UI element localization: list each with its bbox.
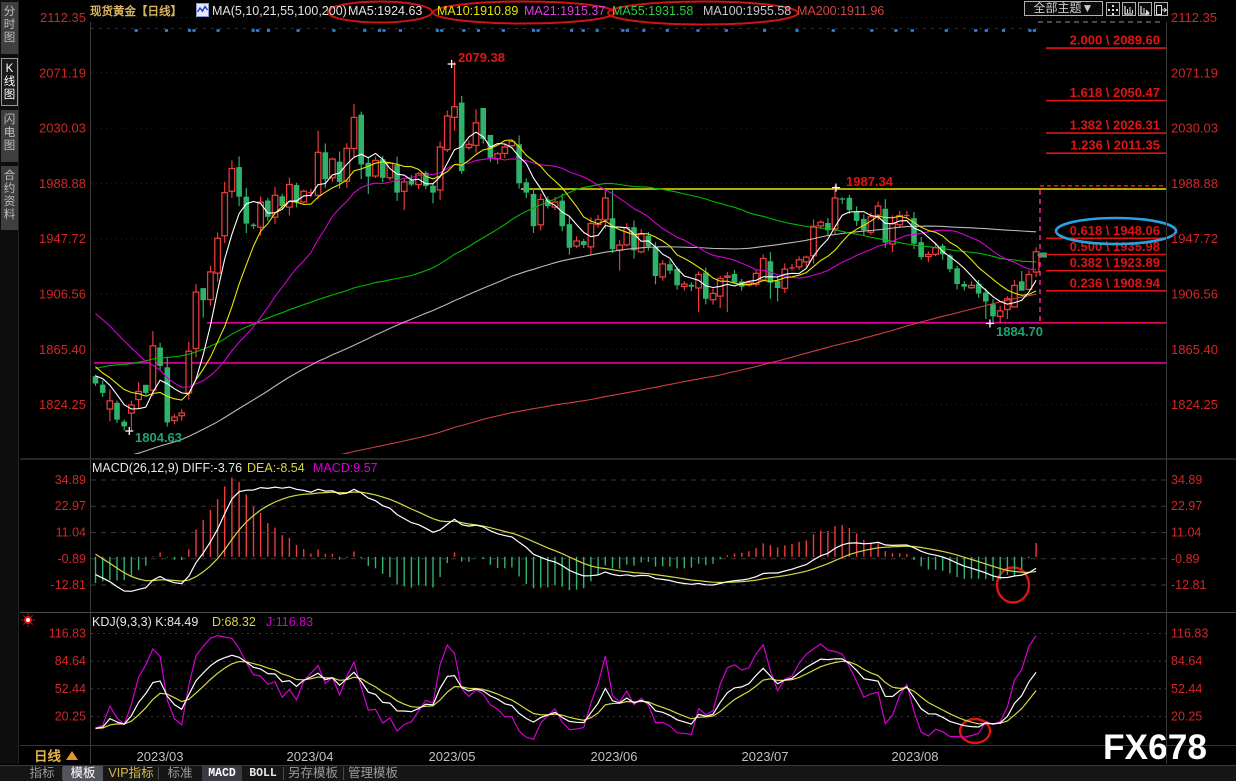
svg-text:J:116.83: J:116.83 (266, 615, 313, 629)
svg-text:-12.81: -12.81 (51, 578, 86, 592)
svg-text:116.83: 116.83 (1171, 627, 1208, 641)
svg-text:1906.56: 1906.56 (39, 287, 86, 302)
svg-text:-0.89: -0.89 (58, 552, 87, 566)
svg-text:1824.25: 1824.25 (1171, 397, 1218, 412)
svg-text:2023/08: 2023/08 (892, 749, 939, 764)
svg-text:日线: 日线 (34, 748, 61, 764)
svg-text:1865.40: 1865.40 (39, 342, 86, 357)
svg-text:0.382 \ 1923.89: 0.382 \ 1923.89 (1070, 255, 1160, 270)
svg-text:1988.88: 1988.88 (1171, 176, 1218, 191)
svg-text:84.64: 84.64 (1171, 654, 1202, 668)
svg-text:2023/03: 2023/03 (137, 749, 184, 764)
svg-text:0.618 \ 1948.06: 0.618 \ 1948.06 (1070, 223, 1160, 238)
svg-text:1884.70: 1884.70 (996, 324, 1043, 339)
svg-text:2071.19: 2071.19 (39, 65, 86, 80)
svg-text:52.44: 52.44 (1171, 682, 1202, 696)
svg-text:34.89: 34.89 (55, 473, 86, 487)
svg-text:KDJ(9,3,3) K:84.49: KDJ(9,3,3) K:84.49 (92, 615, 198, 629)
svg-text:1947.72: 1947.72 (1171, 231, 1218, 246)
svg-text:FX678: FX678 (1103, 728, 1207, 767)
svg-text:22.97: 22.97 (1171, 499, 1202, 513)
svg-text:1824.25: 1824.25 (39, 397, 86, 412)
svg-text:DEA:-8.54: DEA:-8.54 (247, 461, 305, 475)
svg-text:1865.40: 1865.40 (1171, 342, 1218, 357)
svg-text:34.89: 34.89 (1171, 473, 1202, 487)
svg-text:22.97: 22.97 (55, 499, 86, 513)
svg-text:2023/05: 2023/05 (429, 749, 476, 764)
svg-text:2023/07: 2023/07 (742, 749, 789, 764)
svg-text:1988.88: 1988.88 (39, 176, 86, 191)
svg-text:0.236 \ 1908.94: 0.236 \ 1908.94 (1070, 275, 1161, 290)
svg-text:MACD(26,12,9) DIFF:-3.76: MACD(26,12,9) DIFF:-3.76 (92, 461, 242, 475)
svg-text:MACD:9.57: MACD:9.57 (313, 461, 378, 475)
svg-text:84.64: 84.64 (55, 654, 86, 668)
svg-text:1.382 \ 2026.31: 1.382 \ 2026.31 (1070, 118, 1160, 133)
svg-text:-12.81: -12.81 (1171, 578, 1206, 592)
svg-text:-0.89: -0.89 (1171, 552, 1200, 566)
svg-text:2030.03: 2030.03 (1171, 121, 1218, 136)
svg-text:2071.19: 2071.19 (1171, 65, 1218, 80)
svg-text:1804.63: 1804.63 (135, 430, 182, 445)
svg-text:2.000 \ 2089.60: 2.000 \ 2089.60 (1070, 33, 1160, 48)
svg-text:D:68.32: D:68.32 (212, 615, 256, 629)
svg-text:11.04: 11.04 (56, 526, 86, 540)
svg-text:2079.38: 2079.38 (458, 50, 505, 65)
svg-text:2023/06: 2023/06 (591, 749, 638, 764)
svg-text:1.618 \ 2050.47: 1.618 \ 2050.47 (1070, 85, 1160, 100)
svg-text:1987.34: 1987.34 (846, 174, 894, 189)
svg-text:11.04: 11.04 (1171, 526, 1201, 540)
svg-text:1947.72: 1947.72 (39, 231, 86, 246)
svg-text:2023/04: 2023/04 (287, 749, 334, 764)
svg-text:2030.03: 2030.03 (39, 121, 86, 136)
svg-text:116.83: 116.83 (49, 627, 86, 641)
svg-text:1906.56: 1906.56 (1171, 287, 1218, 302)
svg-text:20.25: 20.25 (55, 710, 86, 724)
svg-text:1.236 \ 2011.35: 1.236 \ 2011.35 (1070, 138, 1160, 153)
svg-text:52.44: 52.44 (55, 682, 86, 696)
svg-text:20.25: 20.25 (1171, 710, 1202, 724)
